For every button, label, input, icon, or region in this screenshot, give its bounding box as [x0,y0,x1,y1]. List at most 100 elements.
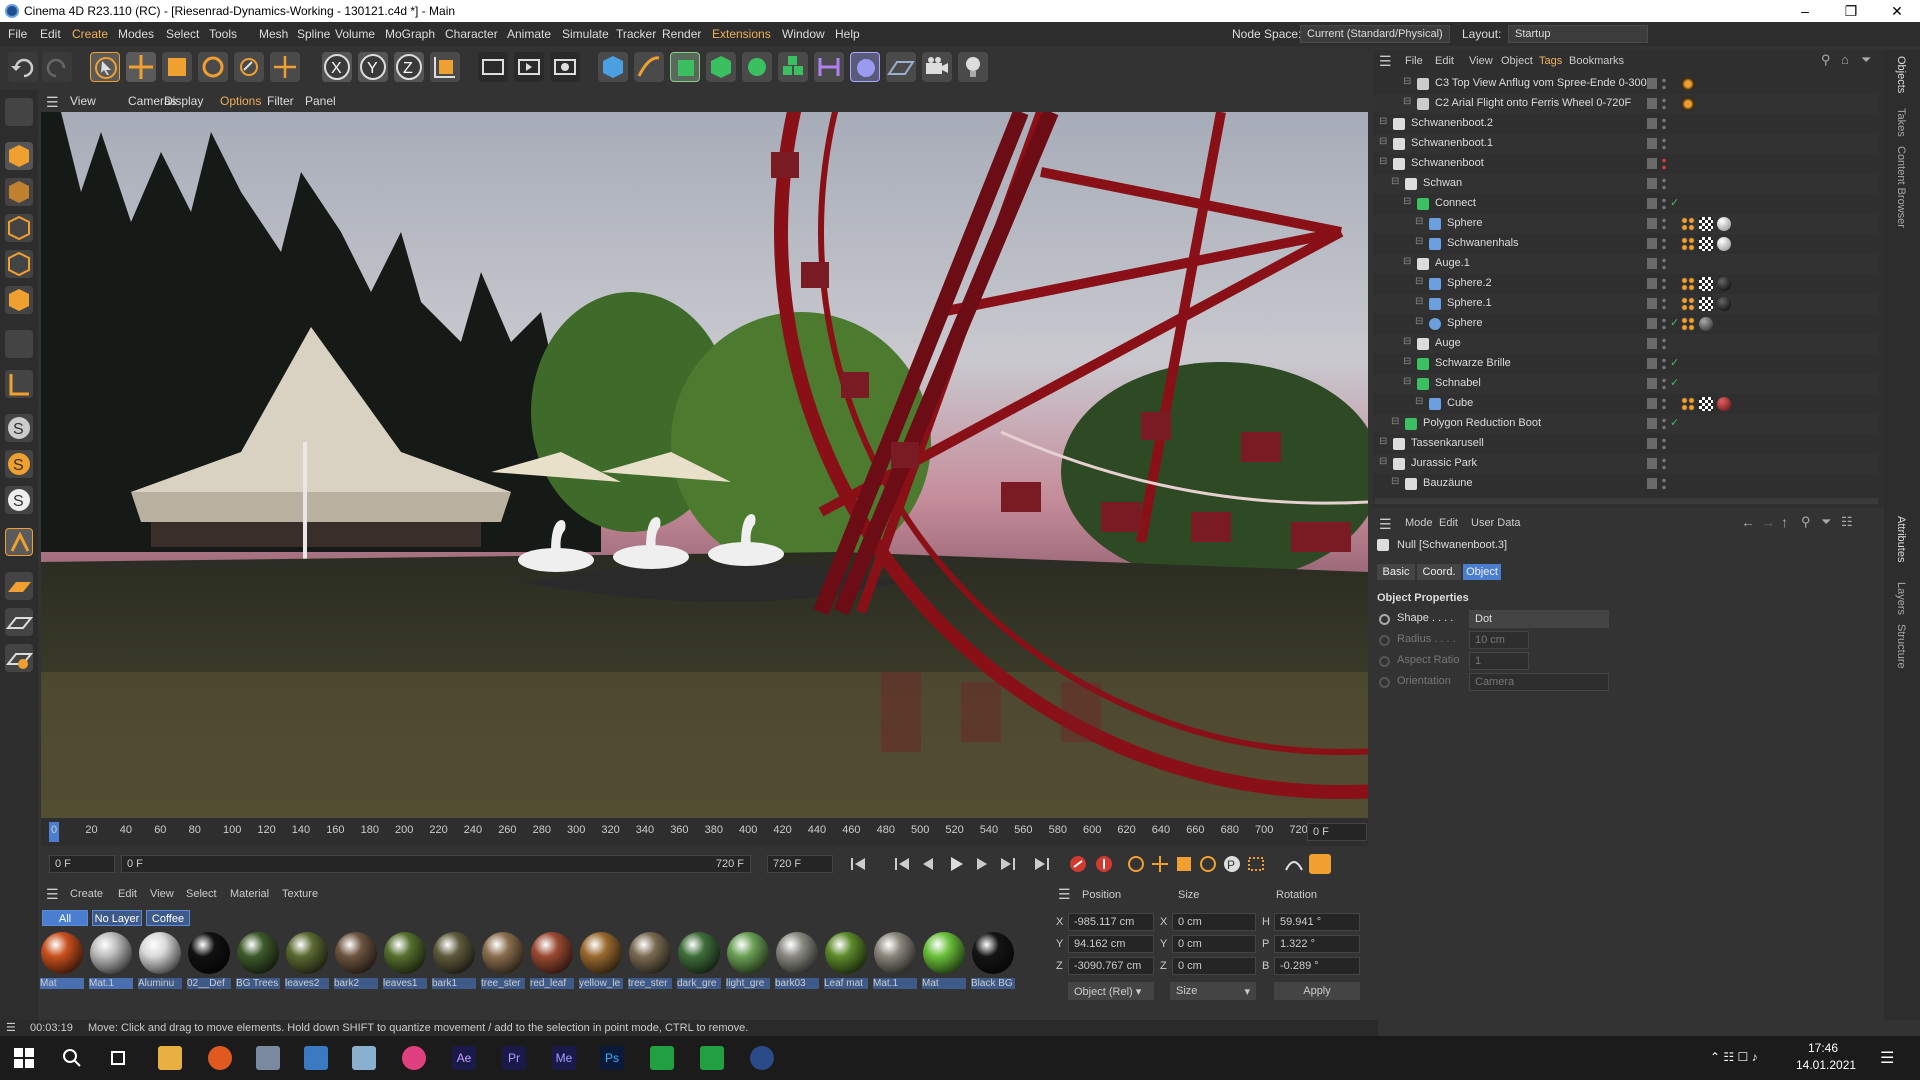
enabled-check-icon[interactable]: ✓ [1670,196,1679,209]
start-frame-field[interactable]: 0 F [49,855,115,873]
position-x-field[interactable]: -985.117 cm [1068,913,1154,931]
material-menu-view[interactable]: View [150,888,174,900]
forward-arrow-icon[interactable]: → [1761,514,1775,530]
timeline-ruler[interactable]: 0 20 40 60 80 100 120 140 160 180 200 220 240 260 280 3… [41,818,1368,846]
rotate-tool-icon[interactable] [198,52,228,82]
tag-icon[interactable] [1699,277,1713,291]
rotation-b-field[interactable]: -0.289 ° [1274,957,1360,975]
size-mode-dropdown[interactable]: Size ▾ [1170,982,1256,1000]
file-explorer-icon[interactable] [158,1046,182,1070]
position-y-field[interactable]: 94.162 cm [1068,935,1154,953]
expand-toggle-icon[interactable]: ⊟ [1391,176,1399,187]
firefox-icon[interactable] [208,1046,232,1070]
material-swatch[interactable]: Mat.1 [89,932,133,1002]
menu-select[interactable]: Select [166,27,199,41]
tag-icon[interactable] [1681,77,1695,91]
object-menu-tags[interactable]: Tags [1539,55,1562,67]
layout-dropdown[interactable]: Startup [1508,25,1648,43]
object-row[interactable]: ⊟ Connect ✓ [1373,194,1878,214]
material-swatch[interactable]: tree_ster [628,932,672,1002]
pen-spline-icon[interactable] [634,52,664,82]
menu-render[interactable]: Render [662,27,701,41]
layer-checkbox-icon[interactable] [1647,398,1657,409]
filter-icon[interactable]: ⏷ [1821,514,1831,530]
property-radio-icon[interactable] [1379,656,1390,667]
model-mode-icon[interactable] [5,142,33,170]
position-z-field[interactable]: -3090.767 cm [1068,957,1154,975]
tab-objects[interactable]: Objects [1895,56,1907,93]
autokeying-icon[interactable] [1093,854,1115,874]
expand-toggle-icon[interactable]: ⊟ [1415,276,1423,287]
property-value-field[interactable]: 10 cm [1469,631,1529,649]
media-encoder-icon[interactable]: Me [552,1046,576,1070]
numbers-icon[interactable] [700,1046,724,1070]
object-row[interactable]: ⊟ Sphere ✓ [1373,314,1878,334]
uv-mode-icon[interactable] [5,330,33,358]
menu-create[interactable]: Create [72,27,108,41]
object-row[interactable]: ⊟ Schwan [1373,174,1878,194]
attribute-tab-coord[interactable]: Coord. [1417,564,1461,580]
expand-toggle-icon[interactable]: ⊟ [1403,336,1411,347]
visibility-dots-icon[interactable] [1662,337,1666,351]
play-icon[interactable] [945,854,967,874]
visibility-dots-icon[interactable] [1662,97,1666,111]
object-row[interactable]: ⊟ Schwanenboot.1 [1373,134,1878,154]
layer-tab-no-layer[interactable]: No Layer [92,910,142,926]
tab-takes[interactable]: Takes [1895,108,1907,137]
object-row[interactable]: ⊟ Schnabel ✓ [1373,374,1878,394]
hamburger-icon[interactable]: ☰ [6,1021,16,1034]
object-row[interactable]: ⊟ Sphere [1373,214,1878,234]
object-menu-view[interactable]: View [1469,55,1493,67]
render-settings-icon[interactable] [550,52,580,82]
z-axis-icon[interactable]: Z [394,52,424,82]
expand-toggle-icon[interactable]: ⊟ [1391,416,1399,427]
next-keyframe-icon[interactable] [997,854,1019,874]
expand-toggle-icon[interactable]: ⊟ [1415,396,1423,407]
menu-simulate[interactable]: Simulate [562,27,609,41]
snap-icon[interactable]: S [5,414,33,442]
scale-tool-icon[interactable] [162,52,192,82]
cloner-icon[interactable] [742,52,772,82]
move-tool-icon[interactable] [126,52,156,82]
material-swatch[interactable]: Leaf mat [824,932,868,1002]
material-swatch[interactable]: Black BG [971,932,1015,1002]
calculator-icon[interactable] [304,1046,328,1070]
undo-icon[interactable] [8,52,38,82]
layer-checkbox-icon[interactable] [1647,438,1657,449]
expand-toggle-icon[interactable]: ⊟ [1403,376,1411,387]
rotation-h-field[interactable]: 59.941 ° [1274,913,1360,931]
workplane-icon[interactable] [5,528,33,556]
recent-tool-icon[interactable] [270,52,300,82]
object-row[interactable]: ⊟ Schwarze Brille ✓ [1373,354,1878,374]
menu-file[interactable]: File [8,27,27,41]
snap-settings-icon[interactable]: S [5,450,33,478]
texture-mode-icon[interactable] [5,178,33,206]
layer-checkbox-icon[interactable] [1647,278,1657,289]
viewport-menu-options[interactable]: Options [220,94,261,108]
deformer-icon[interactable] [814,52,844,82]
visibility-dots-icon[interactable] [1662,257,1666,271]
key-rotation-icon[interactable] [1197,854,1219,874]
3d-viewport[interactable] [41,112,1368,818]
timeline-icon[interactable] [1283,854,1305,874]
object-row[interactable]: ⊟ Auge [1373,334,1878,354]
property-radio-icon[interactable] [1379,614,1390,625]
go-to-end-icon[interactable] [1031,854,1053,874]
layer-checkbox-icon[interactable] [1647,358,1657,369]
quantize-icon[interactable]: S [5,486,33,514]
light-object-icon[interactable] [958,52,988,82]
next-frame-icon[interactable] [971,854,993,874]
hamburger-icon[interactable]: ☰ [46,94,59,111]
property-radio-icon[interactable] [1379,635,1390,646]
object-row[interactable]: ⊟ C2 Arial Flight onto Ferris Wheel 0-720… [1373,94,1878,114]
layer-checkbox-icon[interactable] [1647,418,1657,429]
material-swatch[interactable]: Mat [40,932,84,1002]
current-frame-field[interactable]: 0 F [1307,823,1367,841]
lock-icon[interactable]: ☷ [1841,514,1853,530]
layer-checkbox-icon[interactable] [1647,478,1657,489]
material-swatch[interactable]: Mat.1 [873,932,917,1002]
render-view-icon[interactable] [478,52,508,82]
expand-toggle-icon[interactable]: ⊟ [1403,256,1411,267]
tab-content-browser[interactable]: Content Browser [1895,146,1907,228]
preview-range-slider[interactable]: 0 F 720 F [121,855,751,873]
